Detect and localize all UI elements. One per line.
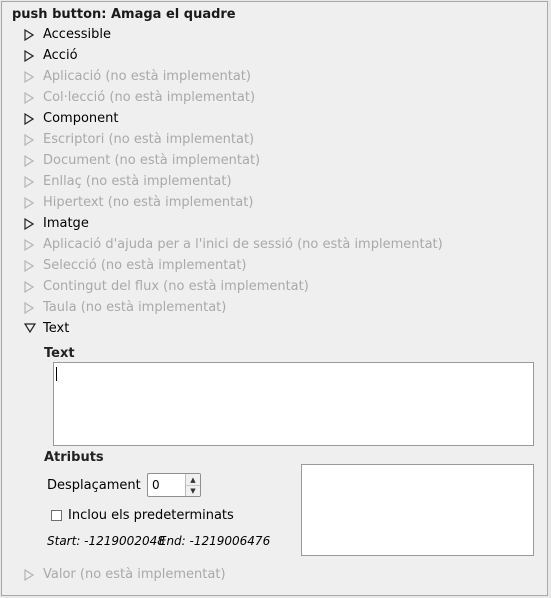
- expander-taula: Taula (no està implementat): [24, 297, 226, 318]
- triangle-right-icon: [24, 133, 34, 146]
- include-defaults-label: Inclou els predeterminats: [68, 508, 234, 523]
- expander-login-helper: Aplicació d'ajuda per a l'inici de sessi…: [24, 234, 443, 255]
- triangle-right-icon: [24, 259, 34, 272]
- expander-label: Imatge: [43, 216, 89, 231]
- panel-title: push button: Amaga el quadre: [12, 7, 236, 22]
- end-offset: End: -1219006476: [158, 534, 271, 548]
- expander-accio[interactable]: Acció: [24, 45, 78, 66]
- text-content-area[interactable]: [53, 362, 534, 446]
- spin-down-arrow-icon[interactable]: ▼: [186, 485, 200, 496]
- expander-label: Aplicació d'ajuda per a l'inici de sessi…: [43, 237, 443, 252]
- expander-label: Selecció (no està implementat): [43, 258, 247, 273]
- expander-aplicacio: Aplicació (no està implementat): [24, 66, 251, 87]
- expander-label: Taula (no està implementat): [43, 300, 227, 315]
- triangle-right-icon: [24, 91, 34, 104]
- expander-label: Escriptori (no està implementat): [43, 132, 255, 147]
- triangle-right-icon: [24, 301, 34, 314]
- start-offset: Start: -1219002048: [47, 534, 165, 548]
- include-defaults-checkbox-row[interactable]: Inclou els predeterminats: [51, 508, 234, 523]
- expander-enllac: Enllaç (no està implementat): [24, 171, 232, 192]
- include-defaults-checkbox[interactable]: [51, 510, 62, 521]
- expander-label: Hipertext (no està implementat): [43, 195, 254, 210]
- triangle-right-icon: [24, 568, 34, 581]
- triangle-right-icon: [24, 154, 34, 167]
- expander-hipertext: Hipertext (no està implementat): [24, 192, 253, 213]
- text-heading: Text: [44, 346, 75, 361]
- expander-text[interactable]: Text: [24, 318, 69, 339]
- offset-range: Start: -1219002048End: -1219006476: [47, 534, 270, 548]
- triangle-right-icon: [24, 238, 34, 251]
- expander-valor: Valor (no està implementat): [24, 564, 226, 585]
- offset-label: Desplaçament: [47, 478, 141, 493]
- expander-label: Valor (no està implementat): [43, 567, 226, 582]
- expander-seleccio: Selecció (no està implementat): [24, 255, 247, 276]
- expander-imatge[interactable]: Imatge: [24, 213, 89, 234]
- expander-contingut-flux: Contingut del flux (no està implementat): [24, 276, 309, 297]
- triangle-right-icon: [24, 175, 34, 188]
- text-caret: [56, 367, 57, 381]
- triangle-down-icon: [24, 322, 36, 335]
- triangle-right-icon: [24, 28, 34, 41]
- expander-label: Document (no està implementat): [43, 153, 261, 168]
- expander-label: Accessible: [43, 27, 111, 42]
- expander-label: Text: [43, 321, 70, 336]
- offset-spinbutton[interactable]: 0 ▲ ▼: [147, 473, 201, 497]
- triangle-right-icon: [24, 280, 34, 293]
- triangle-right-icon: [24, 70, 34, 83]
- expander-accessible[interactable]: Accessible: [24, 24, 111, 45]
- expander-colleccio: Col·lecció (no està implementat): [24, 87, 255, 108]
- triangle-right-icon: [24, 217, 34, 230]
- expander-label: Enllaç (no està implementat): [43, 174, 232, 189]
- expander-label: Acció: [43, 48, 78, 63]
- triangle-right-icon: [24, 49, 34, 62]
- expander-label: Contingut del flux (no està implementat): [43, 279, 309, 294]
- offset-value: 0: [152, 478, 160, 492]
- expander-label: Col·lecció (no està implementat): [43, 90, 256, 105]
- expander-label: Component: [43, 111, 119, 126]
- expander-component[interactable]: Component: [24, 108, 118, 129]
- expander-escriptori: Escriptori (no està implementat): [24, 129, 254, 150]
- attributes-list[interactable]: [301, 464, 534, 556]
- expander-label: Aplicació (no està implementat): [43, 69, 251, 84]
- attributes-heading: Atributs: [44, 450, 104, 465]
- expander-document: Document (no està implementat): [24, 150, 260, 171]
- spin-buttons: ▲ ▼: [185, 474, 200, 496]
- triangle-right-icon: [24, 112, 34, 125]
- triangle-right-icon: [24, 196, 34, 209]
